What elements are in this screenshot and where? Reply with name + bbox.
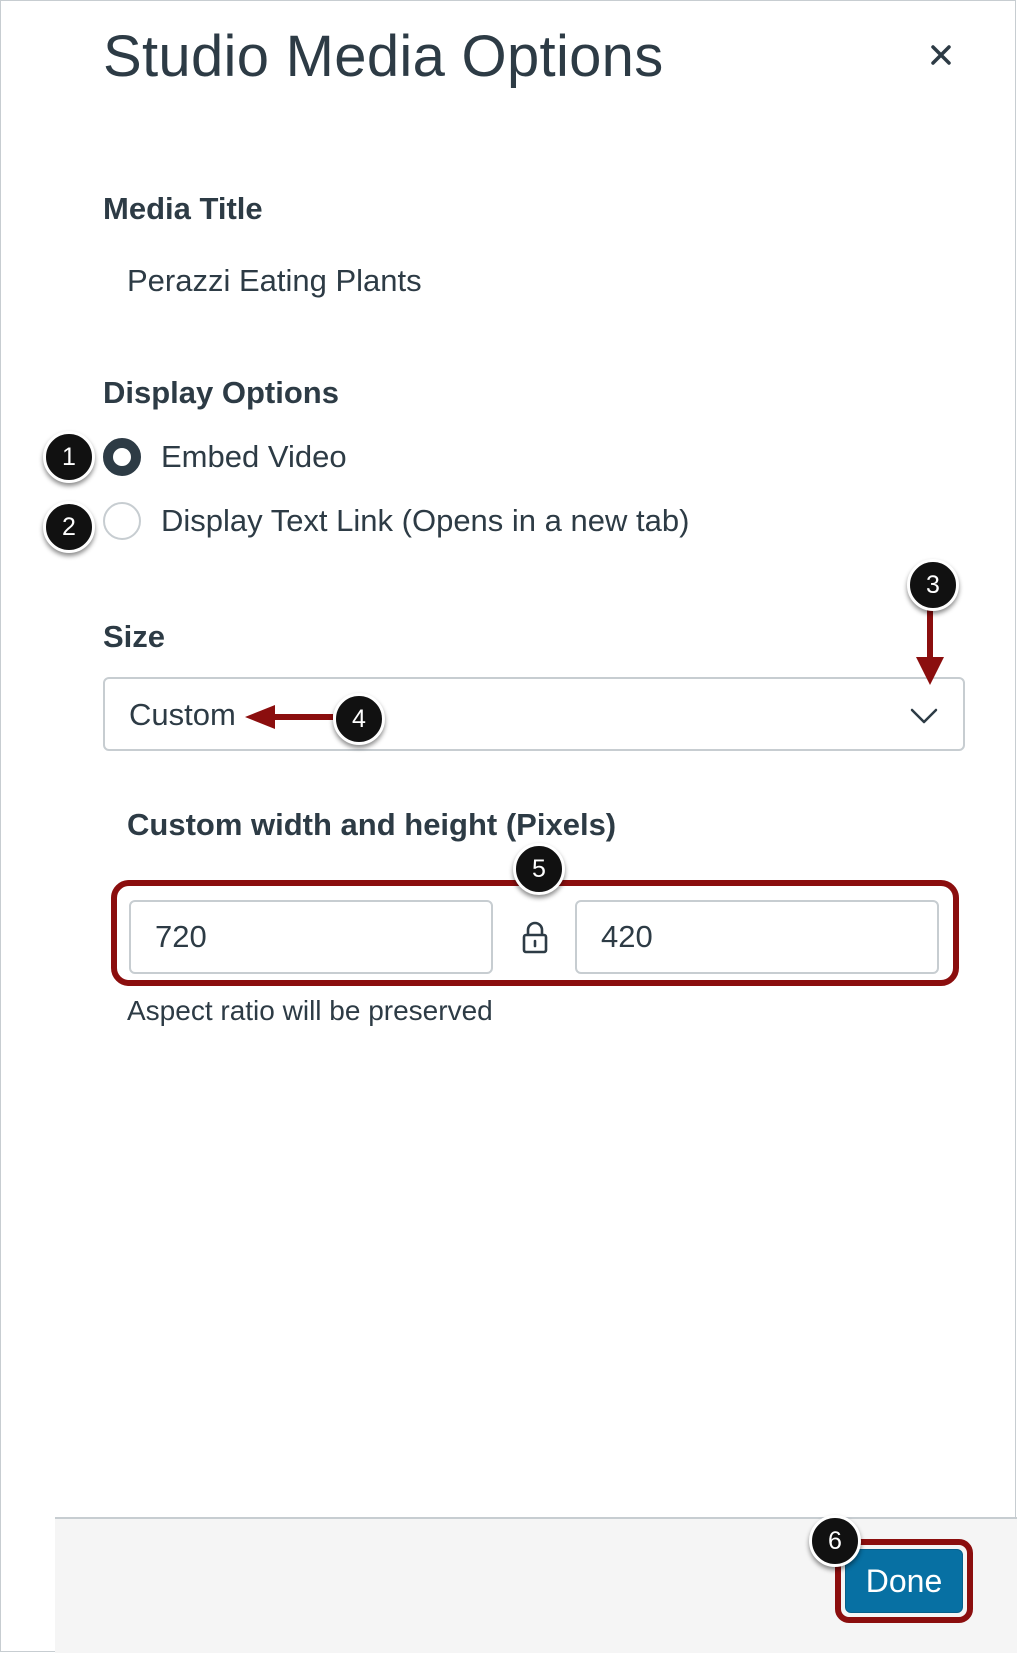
callout-badge-3: 3 bbox=[907, 559, 959, 611]
media-options-modal: Studio Media Options Media Title Perazzi… bbox=[0, 0, 1017, 1653]
callout-badge-4: 4 bbox=[333, 693, 385, 745]
callout-badge-1: 1 bbox=[43, 431, 95, 483]
callout-badge-2: 2 bbox=[43, 501, 95, 553]
callout-badge-6: 6 bbox=[809, 1515, 861, 1567]
arrow-down-icon bbox=[916, 657, 944, 685]
callout-badge-5: 5 bbox=[513, 843, 565, 895]
callout-arrows bbox=[245, 607, 944, 729]
arrow-left-icon bbox=[245, 705, 275, 729]
